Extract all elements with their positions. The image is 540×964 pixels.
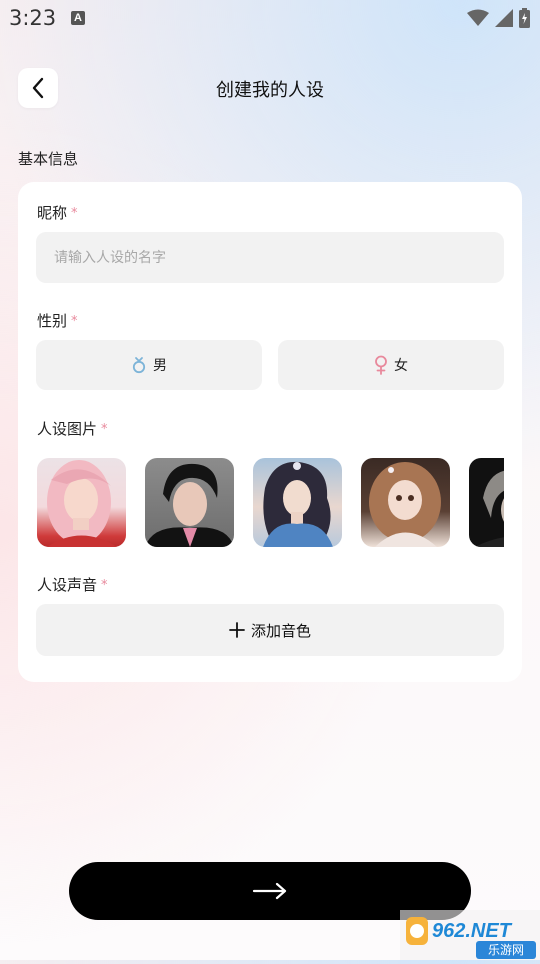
notification-icon: A [71,11,85,25]
gender-male-label: 男 [153,358,167,374]
male-icon [132,357,146,374]
plus-icon [229,622,245,638]
header: 创建我的人设 [0,64,540,112]
add-voice-label: 添加音色 [250,621,311,640]
avatar-dark-portrait[interactable] [469,458,504,547]
arrow-right-icon [252,882,287,900]
gender-female-label: 女 [394,358,408,374]
wifi-icon [467,9,489,26]
avatar-pink-hair-girl[interactable] [37,458,126,547]
status-bar: 3:23 A [0,0,540,36]
avatar-blue-dress-girl[interactable] [253,458,342,547]
battery-icon [519,8,530,28]
svg-text:962.NET: 962.NET [432,920,513,942]
section-title: 基本信息 [18,150,79,168]
basic-info-card: 昵称* 性别* 男 女 人设图片* 人设声音* 添加音色 [18,182,522,682]
gender-label: 性别 * [37,312,78,330]
voice-label: 人设声音 * [37,576,108,594]
status-time: 3:23 [9,6,57,30]
watermark-logo: 962.NET 乐游网 [400,910,540,960]
nickname-label: 昵称 * [37,204,78,222]
images-label: 人设图片 * [37,420,108,438]
gender-female-button[interactable]: 女 [278,340,504,390]
add-voice-button[interactable]: 添加音色 [36,604,504,656]
page-title: 创建我的人设 [216,80,324,101]
system-icons [467,8,530,28]
female-icon [375,355,387,375]
avatar-list [37,458,504,547]
required-mark: * [71,206,78,221]
avatar-dark-hair-boy[interactable] [145,458,234,547]
signal-icon [495,9,513,27]
required-mark: * [101,422,108,437]
svg-text:乐游网: 乐游网 [488,943,524,957]
gender-male-button[interactable]: 男 [36,340,262,390]
required-mark: * [101,578,108,593]
required-mark: * [71,314,78,329]
nickname-input[interactable] [36,232,504,283]
avatar-curly-hair-girl[interactable] [361,458,450,547]
